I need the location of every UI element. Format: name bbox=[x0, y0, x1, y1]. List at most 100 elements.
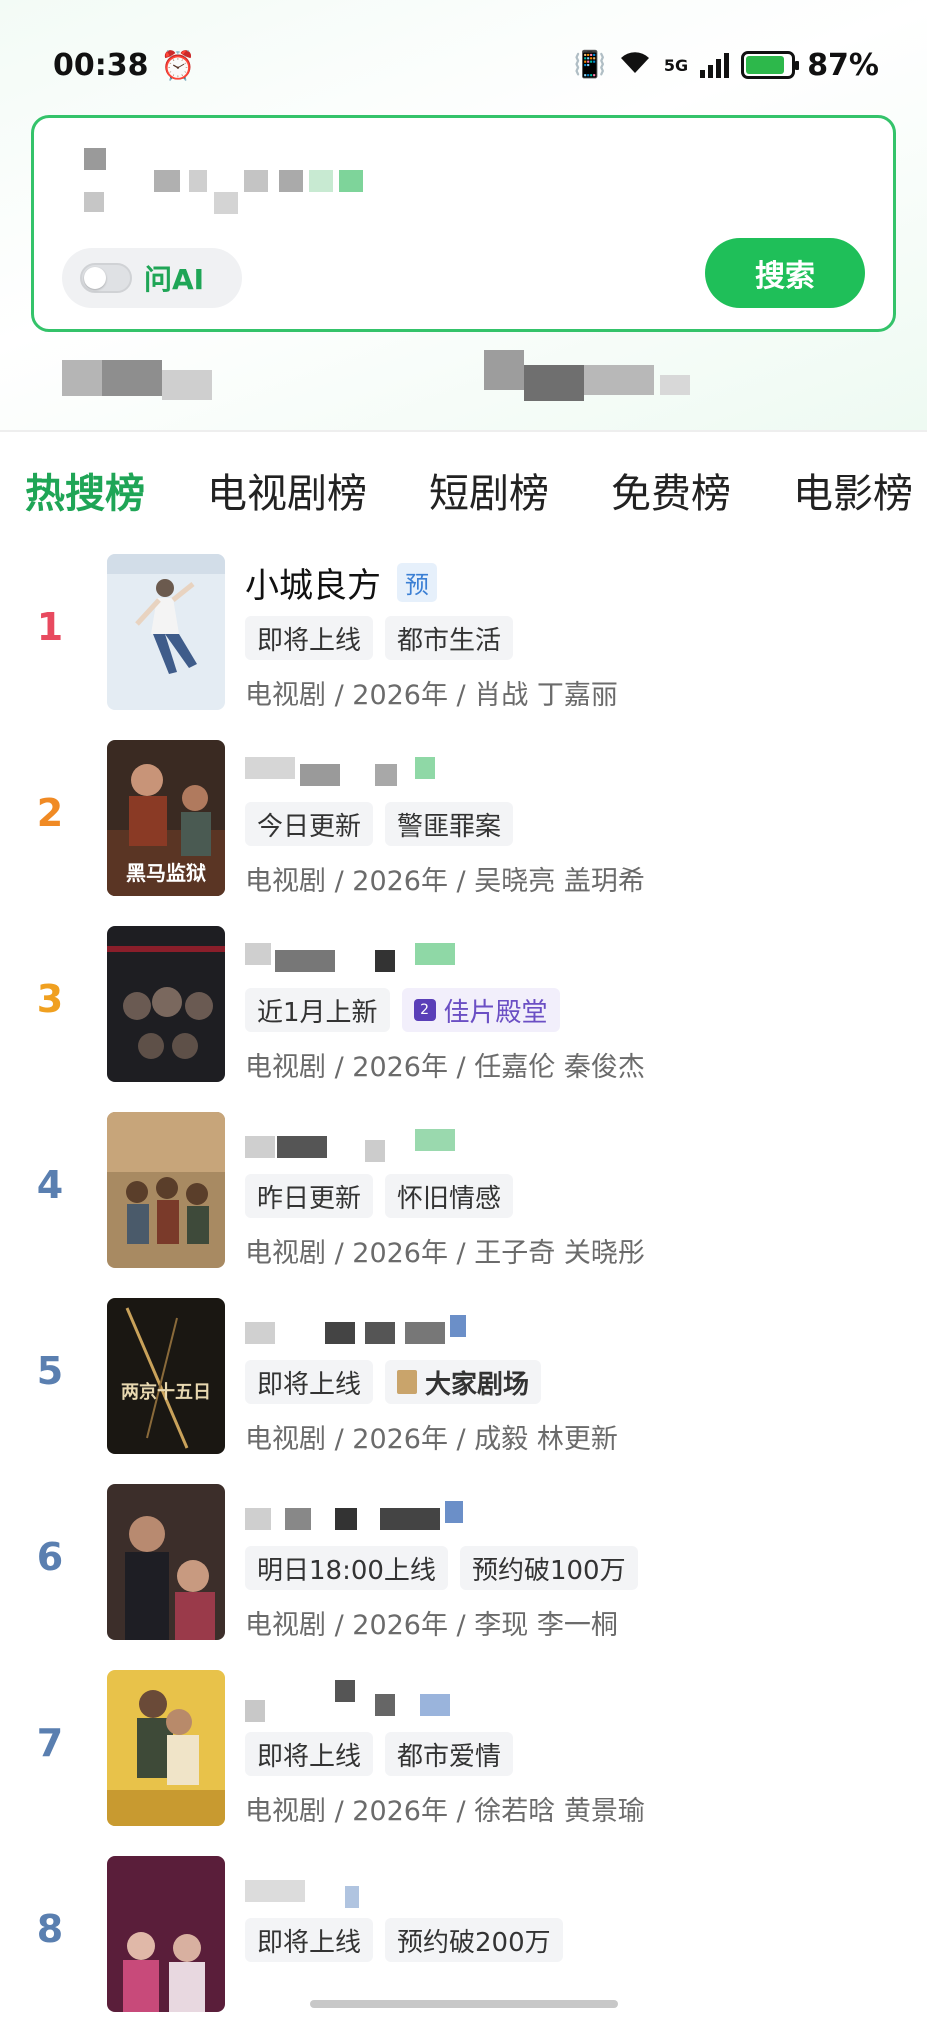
wifi-icon bbox=[618, 48, 652, 83]
rank-number: 5 bbox=[36, 1349, 64, 1393]
poster-image[interactable] bbox=[107, 554, 225, 710]
tag-row: 即将上线 预约破200万 bbox=[245, 1918, 563, 1962]
crown-badge-icon: 2 bbox=[413, 999, 436, 1021]
tag-row: 今日更新 警匪罪案 bbox=[245, 802, 514, 846]
list-item[interactable]: 2 黑马监狱 今日更新 警匪罪案 电视剧 / 2026年 / 吴晓亮 盖玥希 bbox=[0, 736, 927, 922]
status-left: 00:38 ⏰ bbox=[53, 48, 195, 83]
rank-number: 8 bbox=[36, 1907, 64, 1951]
poster-image[interactable]: 黑马监狱 bbox=[107, 740, 225, 896]
tag-genre[interactable]: 怀旧情感 bbox=[385, 1174, 514, 1218]
tag-status[interactable]: 即将上线 bbox=[245, 1732, 374, 1776]
item-title-blurred[interactable] bbox=[245, 750, 485, 786]
alarm-icon: ⏰ bbox=[160, 48, 196, 82]
tag-row: 即将上线 都市生活 bbox=[245, 616, 514, 660]
rank-number: 7 bbox=[36, 1721, 64, 1765]
tab-free[interactable]: 免费榜 bbox=[611, 461, 731, 519]
item-title-blurred[interactable] bbox=[245, 1866, 485, 1908]
tag-row: 近1月上新 2 佳片殿堂 bbox=[245, 988, 560, 1032]
tab-short-drama[interactable]: 短剧榜 bbox=[429, 461, 549, 519]
rank-number: 3 bbox=[36, 977, 64, 1021]
tag-status[interactable]: 昨日更新 bbox=[245, 1174, 374, 1218]
search-button[interactable]: 搜索 bbox=[705, 238, 865, 308]
tab-tv-series[interactable]: 电视剧榜 bbox=[207, 461, 367, 519]
header-divider bbox=[0, 430, 927, 432]
poster-image[interactable] bbox=[107, 1856, 225, 2012]
poster-image[interactable] bbox=[107, 1112, 225, 1268]
tag-genre[interactable]: 都市爱情 bbox=[385, 1732, 514, 1776]
item-meta: 电视剧 / 2026年 / 徐若晗 黄景瑜 bbox=[245, 1796, 645, 1827]
item-meta: 电视剧 / 2026年 / 任嘉伦 秦俊杰 bbox=[245, 1052, 645, 1083]
status-time: 00:38 bbox=[53, 47, 149, 83]
item-meta: 电视剧 / 2026年 / 成毅 林更新 bbox=[245, 1424, 618, 1455]
tag-genre[interactable]: 警匪罪案 bbox=[385, 802, 514, 846]
poster-title: 两京十五日 bbox=[121, 1381, 211, 1403]
title-row: 小城良方 预 bbox=[245, 558, 437, 607]
tag-status[interactable]: 即将上线 bbox=[245, 616, 374, 660]
item-title-blurred[interactable] bbox=[245, 1308, 485, 1344]
list-item[interactable]: 5 两京十五日 即将上线 大家剧场 电视剧 / 2026年 / 成毅 林更新 bbox=[0, 1294, 927, 1480]
title-row-blurred bbox=[245, 1304, 485, 1348]
title-row-blurred bbox=[245, 1490, 485, 1534]
battery-percent: 87% bbox=[807, 47, 879, 83]
preview-badge: 预 bbox=[397, 562, 437, 602]
tag-status[interactable]: 近1月上新 bbox=[245, 988, 390, 1032]
tag-genre[interactable]: 都市生活 bbox=[385, 616, 514, 660]
status-right: 📳 5G 87% bbox=[574, 48, 879, 83]
tag-theater-label: 大家剧场 bbox=[425, 1369, 530, 1400]
list-item[interactable]: 6 明日18:00上线 预约破100万 电视剧 / 2026年 / 李现 李一桐 bbox=[0, 1480, 927, 1666]
poster-image[interactable] bbox=[107, 926, 225, 1082]
ask-ai-toggle[interactable]: 问AI bbox=[62, 248, 242, 308]
list-item[interactable]: 3 近1月上新 2 佳片殿堂 电视剧 / 2026年 / 任嘉伦 秦俊杰 bbox=[0, 922, 927, 1108]
item-meta: 电视剧 / 2026年 / 肖战 丁嘉丽 bbox=[245, 680, 618, 711]
theater-book-icon bbox=[397, 1370, 418, 1394]
rank-number: 1 bbox=[36, 605, 64, 649]
item-title-blurred[interactable] bbox=[245, 936, 485, 972]
tag-premium-collection[interactable]: 2 佳片殿堂 bbox=[401, 988, 560, 1032]
poster-image[interactable] bbox=[107, 1484, 225, 1640]
item-meta: 电视剧 / 2026年 / 王子奇 关晓彤 bbox=[245, 1238, 645, 1269]
title-row-blurred bbox=[245, 932, 485, 976]
title-row-blurred bbox=[245, 1862, 485, 1908]
ask-ai-label: 问AI bbox=[144, 263, 205, 296]
tab-hot-search[interactable]: 热搜榜 bbox=[25, 461, 145, 519]
list-item[interactable]: 7 即将上线 都市爱情 电视剧 / 2026年 / 徐若晗 黄景瑜 bbox=[0, 1666, 927, 1852]
tag-theater[interactable]: 大家剧场 bbox=[385, 1360, 542, 1404]
poster-title: 黑马监狱 bbox=[126, 861, 206, 885]
item-meta: 电视剧 / 2026年 / 李现 李一桐 bbox=[245, 1610, 618, 1641]
item-title[interactable]: 小城良方 bbox=[245, 558, 381, 607]
item-title-blurred[interactable] bbox=[245, 1122, 485, 1162]
tag-status[interactable]: 明日18:00上线 bbox=[245, 1546, 448, 1590]
battery-icon bbox=[741, 51, 800, 79]
title-row-blurred bbox=[245, 746, 485, 790]
home-indicator[interactable] bbox=[310, 2000, 618, 2008]
status-bar: 00:38 ⏰ 📳 5G 87% bbox=[0, 40, 927, 90]
tab-movie[interactable]: 电影榜 bbox=[793, 461, 913, 519]
network-type: 5G bbox=[663, 55, 689, 75]
tag-reservations[interactable]: 预约破100万 bbox=[459, 1546, 638, 1590]
tag-status[interactable]: 即将上线 bbox=[245, 1918, 374, 1962]
tag-reservations[interactable]: 预约破200万 bbox=[385, 1918, 563, 1962]
tag-status[interactable]: 今日更新 bbox=[245, 802, 374, 846]
tag-row: 明日18:00上线 预约破100万 bbox=[245, 1546, 638, 1590]
list-item[interactable]: 1 小城良方 预 即将上线 都市生活 电视剧 / 2026年 / 肖战 丁嘉丽 bbox=[0, 550, 927, 736]
poster-image[interactable] bbox=[107, 1670, 225, 1826]
item-title-blurred[interactable] bbox=[245, 1680, 485, 1722]
item-title-blurred[interactable] bbox=[245, 1494, 485, 1530]
tag-row: 即将上线 大家剧场 bbox=[245, 1360, 542, 1404]
item-meta: 电视剧 / 2026年 / 吴晓亮 盖玥希 bbox=[245, 866, 645, 897]
list-item[interactable]: 4 昨日更新 怀旧情感 电视剧 / 2026年 / 王子奇 关晓彤 bbox=[0, 1108, 927, 1294]
tag-row: 昨日更新 怀旧情感 bbox=[245, 1174, 514, 1218]
rank-number: 4 bbox=[36, 1163, 64, 1207]
toggle-switch[interactable] bbox=[80, 263, 132, 293]
tag-premium-label: 佳片殿堂 bbox=[443, 997, 548, 1028]
tag-status[interactable]: 即将上线 bbox=[245, 1360, 374, 1404]
tag-row: 即将上线 都市爱情 bbox=[245, 1732, 514, 1776]
poster-image[interactable]: 两京十五日 bbox=[107, 1298, 225, 1454]
battery-fill bbox=[746, 56, 785, 74]
ranking-list: 1 小城良方 预 即将上线 都市生活 电视剧 / 2026年 / 肖战 丁嘉丽 … bbox=[0, 550, 927, 2028]
search-box[interactable]: 问AI 搜索 bbox=[31, 115, 896, 332]
rank-number: 2 bbox=[36, 791, 64, 835]
vibrate-icon: 📳 bbox=[573, 50, 606, 80]
title-row-blurred bbox=[245, 1676, 485, 1722]
rank-number: 6 bbox=[36, 1535, 64, 1579]
